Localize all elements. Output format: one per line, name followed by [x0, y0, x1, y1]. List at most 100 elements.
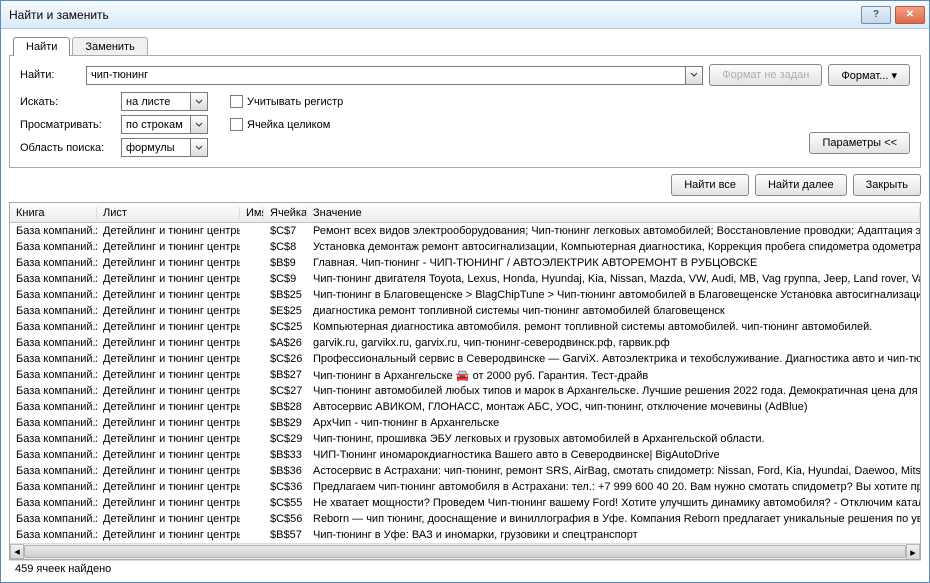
find-all-button[interactable]: Найти все — [671, 174, 749, 196]
cell-sheet: Детейлинг и тюнинг центры — [97, 257, 240, 269]
cell-book: База компаний.xlsx — [10, 449, 97, 461]
cell-ref: $C$56 — [264, 513, 307, 525]
table-row[interactable]: База компаний.xlsxДетейлинг и тюнинг цен… — [10, 319, 920, 335]
horizontal-scrollbar[interactable]: ◂ ▸ — [10, 543, 920, 559]
scroll-right-arrow[interactable]: ▸ — [906, 544, 920, 560]
area-combo[interactable] — [121, 138, 208, 157]
find-dropdown-icon[interactable] — [686, 66, 703, 85]
grid-body[interactable]: База компаний.xlsxДетейлинг и тюнинг цен… — [10, 223, 920, 543]
table-row[interactable]: База компаний.xlsxДетейлинг и тюнинг цен… — [10, 431, 920, 447]
match-case-row[interactable]: Учитывать регистр — [230, 95, 343, 108]
table-row[interactable]: База компаний.xlsxДетейлинг и тюнинг цен… — [10, 415, 920, 431]
cell-ref: $B$33 — [264, 449, 307, 461]
table-row[interactable]: База компаний.xlsxДетейлинг и тюнинг цен… — [10, 495, 920, 511]
col-value[interactable]: Значение — [307, 207, 920, 219]
scan-value[interactable] — [121, 115, 191, 134]
look-in-combo[interactable] — [121, 92, 208, 111]
cell-value: Астосервис в Астрахани: чип-тюнинг, ремо… — [307, 465, 920, 477]
table-row[interactable]: База компаний.xlsxДетейлинг и тюнинг цен… — [10, 463, 920, 479]
cell-sheet: Детейлинг и тюнинг центры — [97, 321, 240, 333]
col-cell[interactable]: Ячейка — [264, 207, 307, 219]
tab-replace[interactable]: Заменить — [72, 37, 147, 56]
search-panel: Найти: Формат не задан Формат... ▾ Искат… — [9, 55, 921, 168]
window-title: Найти и заменить — [9, 8, 861, 22]
chevron-down-icon[interactable] — [191, 92, 208, 111]
table-row[interactable]: База компаний.xlsxДетейлинг и тюнинг цен… — [10, 367, 920, 383]
scroll-thumb[interactable] — [24, 545, 906, 558]
area-row: Область поиска: — [20, 138, 343, 157]
whole-cell-checkbox[interactable] — [230, 118, 243, 131]
cell-sheet: Детейлинг и тюнинг центры — [97, 465, 240, 477]
cell-sheet: Детейлинг и тюнинг центры — [97, 353, 240, 365]
table-row[interactable]: База компаний.xlsxДетейлинг и тюнинг цен… — [10, 335, 920, 351]
whole-cell-row[interactable]: Ячейка целиком — [230, 118, 330, 131]
col-name[interactable]: Имя — [240, 207, 264, 219]
help-button[interactable]: ? — [861, 6, 891, 24]
cell-book: База компаний.xlsx — [10, 513, 97, 525]
tab-find[interactable]: Найти — [13, 37, 70, 56]
table-row[interactable]: База компаний.xlsxДетейлинг и тюнинг цен… — [10, 255, 920, 271]
table-row[interactable]: База компаний.xlsxДетейлинг и тюнинг цен… — [10, 527, 920, 543]
find-input[interactable] — [86, 66, 686, 85]
cell-ref: $B$57 — [264, 529, 307, 541]
table-row[interactable]: База компаний.xlsxДетейлинг и тюнинг цен… — [10, 223, 920, 239]
table-row[interactable]: База компаний.xlsxДетейлинг и тюнинг цен… — [10, 479, 920, 495]
match-case-checkbox[interactable] — [230, 95, 243, 108]
cell-sheet: Детейлинг и тюнинг центры — [97, 337, 240, 349]
table-row[interactable]: База компаний.xlsxДетейлинг и тюнинг цен… — [10, 271, 920, 287]
look-in-value[interactable] — [121, 92, 191, 111]
cell-value: garvik.ru, garvikx.ru, garvix.ru, чип-тю… — [307, 337, 920, 349]
table-row[interactable]: База компаний.xlsxДетейлинг и тюнинг цен… — [10, 239, 920, 255]
table-row[interactable]: База компаний.xlsxДетейлинг и тюнинг цен… — [10, 511, 920, 527]
match-case-label: Учитывать регистр — [247, 96, 343, 108]
scan-combo[interactable] — [121, 115, 208, 134]
chevron-down-icon: ▾ — [891, 70, 897, 82]
scan-label: Просматривать: — [20, 119, 115, 131]
col-sheet[interactable]: Лист — [97, 207, 240, 219]
table-row[interactable]: База компаний.xlsxДетейлинг и тюнинг цен… — [10, 351, 920, 367]
cell-value: Профессиональный сервис в Северодвинске … — [307, 353, 920, 365]
cell-book: База компаний.xlsx — [10, 353, 97, 365]
close-button[interactable]: Закрыть — [853, 174, 921, 196]
cell-sheet: Детейлинг и тюнинг центры — [97, 513, 240, 525]
area-label: Область поиска: — [20, 142, 115, 154]
table-row[interactable]: База компаний.xlsxДетейлинг и тюнинг цен… — [10, 287, 920, 303]
cell-value: Главная. Чип-тюнинг - ЧИП-ТЮНИНГ / АВТОЭ… — [307, 257, 920, 269]
cell-ref: $C$55 — [264, 497, 307, 509]
cell-ref: $B$28 — [264, 401, 307, 413]
cell-value: Автосервис АВИКОМ, ГЛОНАСС, монтаж АБС, … — [307, 401, 920, 413]
table-row[interactable]: База компаний.xlsxДетейлинг и тюнинг цен… — [10, 303, 920, 319]
cell-ref: $C$25 — [264, 321, 307, 333]
chevron-down-icon[interactable] — [191, 115, 208, 134]
look-in-label: Искать: — [20, 96, 115, 108]
cell-value: Чип-тюнинг в Архангельске 🚘 от 2000 руб.… — [307, 369, 920, 382]
cell-book: База компаний.xlsx — [10, 337, 97, 349]
format-button[interactable]: Формат... ▾ — [828, 64, 910, 86]
cell-sheet: Детейлинг и тюнинг центры — [97, 433, 240, 445]
area-value[interactable] — [121, 138, 191, 157]
chevron-down-icon[interactable] — [191, 138, 208, 157]
scroll-left-arrow[interactable]: ◂ — [10, 544, 24, 559]
cell-book: База компаний.xlsx — [10, 321, 97, 333]
options-button[interactable]: Параметры << — [809, 132, 910, 154]
cell-book: База компаний.xlsx — [10, 241, 97, 253]
cell-value: Компьютерная диагностика автомобиля. рем… — [307, 321, 920, 333]
table-row[interactable]: База компаний.xlsxДетейлинг и тюнинг цен… — [10, 447, 920, 463]
cell-book: База компаний.xlsx — [10, 529, 97, 541]
table-row[interactable]: База компаний.xlsxДетейлинг и тюнинг цен… — [10, 399, 920, 415]
cell-book: База компаний.xlsx — [10, 305, 97, 317]
client-area: Найти Заменить Найти: Формат не задан Фо… — [1, 29, 929, 582]
close-window-button[interactable]: ✕ — [895, 6, 925, 24]
cell-ref: $B$25 — [264, 289, 307, 301]
cell-book: База компаний.xlsx — [10, 417, 97, 429]
cell-value: Чип-тюнинг, прошивка ЭБУ легковых и груз… — [307, 433, 920, 445]
cell-value: Чип-тюнинг автомобилей любых типов и мар… — [307, 385, 920, 397]
find-next-button[interactable]: Найти далее — [755, 174, 847, 196]
cell-book: База компаний.xlsx — [10, 273, 97, 285]
cell-ref: $C$9 — [264, 273, 307, 285]
table-row[interactable]: База компаний.xlsxДетейлинг и тюнинг цен… — [10, 383, 920, 399]
cell-value: Reborn — чип тюнинг, дооснащение и винил… — [307, 513, 920, 525]
find-combo[interactable] — [86, 66, 703, 85]
action-row: Найти все Найти далее Закрыть — [9, 168, 921, 202]
col-book[interactable]: Книга — [10, 207, 97, 219]
